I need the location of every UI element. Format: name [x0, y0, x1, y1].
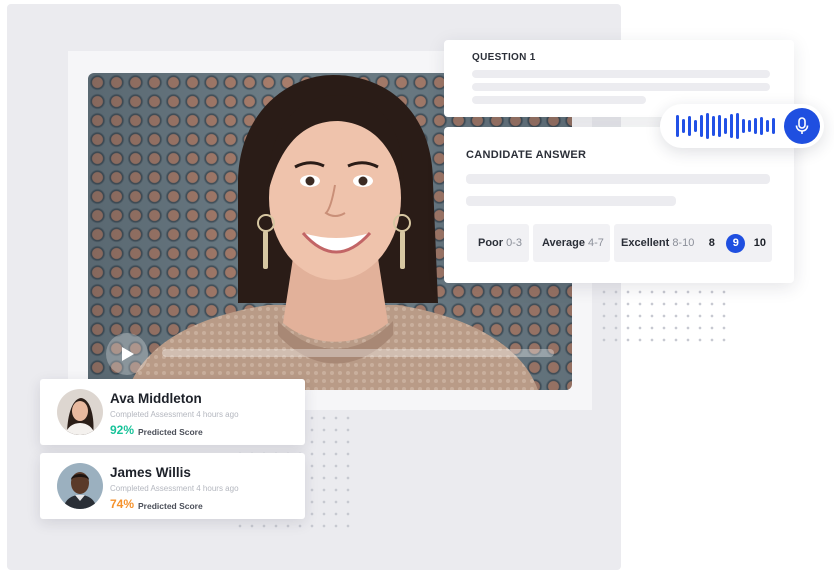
- answer-text-placeholder: [466, 196, 676, 206]
- rating-range: 8-10: [672, 237, 695, 249]
- microphone-button[interactable]: [784, 108, 820, 144]
- candidate-status: Completed Assessment 4 hours ago: [110, 410, 239, 419]
- predicted-score-value: 92%: [110, 423, 135, 437]
- candidate-card[interactable]: Ava Middleton Completed Assessment 4 hou…: [40, 379, 305, 445]
- rating-range: 4-7: [588, 237, 604, 249]
- rating-excellent[interactable]: Excellent 8-10 8 9 10: [614, 224, 772, 262]
- play-button[interactable]: [106, 333, 148, 375]
- avatar: [57, 463, 103, 509]
- rating-label: Excellent: [621, 237, 670, 249]
- predicted-score-label: Predicted Score: [138, 501, 203, 511]
- rating-average[interactable]: Average 4-7: [533, 224, 610, 262]
- score-option-10[interactable]: 10: [750, 234, 769, 253]
- voice-recorder: [660, 104, 824, 148]
- avatar: [57, 389, 103, 435]
- predicted-score-label: Predicted Score: [138, 427, 203, 437]
- candidate-answer-card: CANDIDATE ANSWER Poor 0-3 Average 4-7 Ex…: [444, 127, 794, 283]
- question-title: QUESTION 1: [472, 52, 536, 63]
- candidate-card[interactable]: James Willis Completed Assessment 4 hour…: [40, 453, 305, 519]
- score-option-8[interactable]: 8: [702, 234, 721, 253]
- question-text-placeholder: [472, 96, 646, 104]
- candidate-name: Ava Middleton: [110, 391, 202, 406]
- score-option-9-selected[interactable]: 9: [726, 233, 746, 253]
- answer-text-placeholder: [466, 174, 770, 184]
- microphone-icon: [795, 117, 809, 134]
- answer-title: CANDIDATE ANSWER: [466, 149, 587, 161]
- rating-label: Average: [542, 237, 586, 249]
- dot-pattern: [598, 286, 726, 350]
- rating-range: 0-3: [506, 237, 522, 249]
- candidate-name: James Willis: [110, 465, 191, 480]
- video-progress-bar[interactable]: [162, 349, 554, 357]
- question-text-placeholder: [472, 83, 770, 91]
- candidate-status: Completed Assessment 4 hours ago: [110, 484, 239, 493]
- rating-label: Poor: [478, 237, 504, 249]
- audio-waveform: [676, 104, 775, 148]
- play-icon: [122, 347, 134, 361]
- question-text-placeholder: [472, 70, 770, 78]
- predicted-score-value: 74%: [110, 497, 135, 511]
- rating-poor[interactable]: Poor 0-3: [467, 224, 529, 262]
